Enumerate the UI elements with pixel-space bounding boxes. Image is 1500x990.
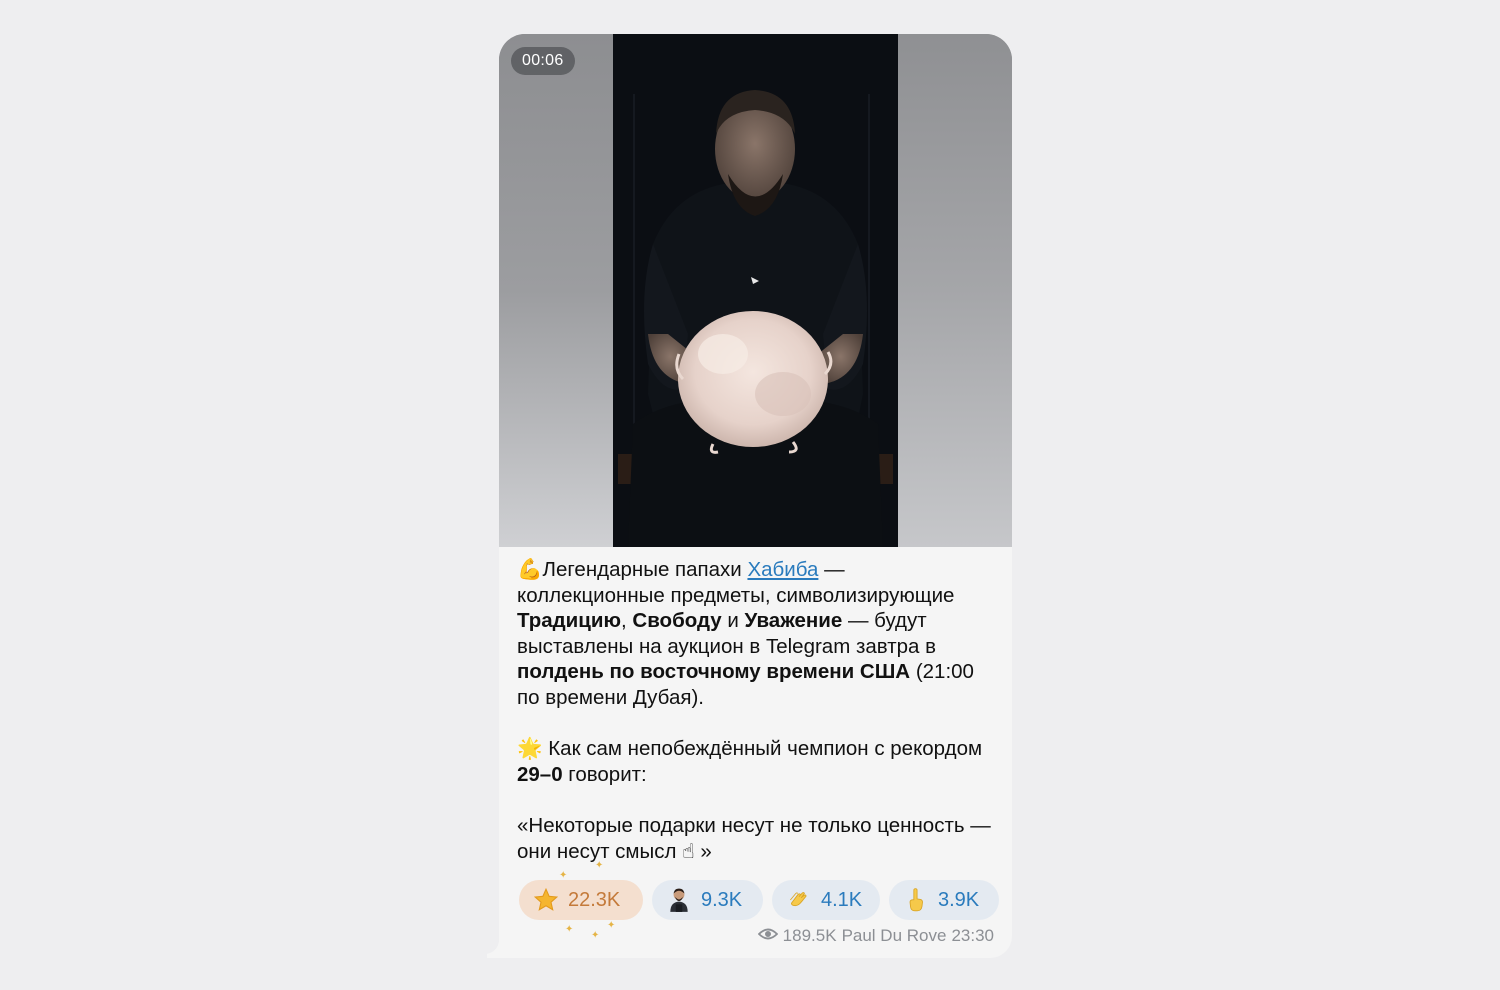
reaction-star[interactable]: 22.3K [519,880,643,920]
caption-text: » [694,839,712,863]
video-thumbnail [613,34,898,547]
caption-bold: Уважение [744,609,843,633]
star-icon [533,887,559,913]
video-media[interactable]: 00:06 [499,34,1012,547]
views-count: 189.5K [782,926,837,945]
message-bubble: 00:06 💪Легендарные папахи Хабиба — колле… [483,34,1012,958]
bubble-tail [483,938,503,958]
views-eye-icon [757,926,778,946]
caption-bold: 29–0 [517,762,563,786]
pointing-up-icon: ☝ [682,838,695,863]
reaction-pointing-up[interactable]: 3.9K [889,880,999,920]
caption-text: и [721,609,745,633]
reaction-clap[interactable]: 4.1K [772,880,880,920]
caption-text: Как сам непобеждённый чемпион с рекордом [542,737,983,761]
glowing-star-icon: 🌟 [517,736,543,761]
video-duration-badge: 00:06 [511,47,575,75]
caption-text: говорит: [562,762,647,786]
caption-paragraph-2: 🌟 Как сам непобеждённый чемпион с рекорд… [517,736,997,787]
clap-icon [786,887,812,913]
message-meta: 189.5K Paul Du Rove 23:30 [757,925,994,947]
reaction-count: 9.3K [701,888,743,911]
sparkle-decoration: ✦ [607,920,616,931]
flexed-biceps-icon: 💪 [517,557,543,581]
sparkle-decoration: ✦ [595,860,604,871]
sparkle-decoration: ✦ [565,924,574,935]
video-blur-right [898,34,1012,547]
reaction-count: 22.3K [568,888,621,911]
author-signature: Paul Du Rove [841,926,947,945]
caption-text: Легендарные папахи [542,558,748,581]
reactions-bar: 22.3K 9.3K 4.1K 3.9K [519,880,999,920]
khabib-link[interactable]: Хабиба [747,558,818,581]
custom-emoji-icon [666,887,692,913]
video-blur-left [499,34,613,547]
reaction-custom-emoji[interactable]: 9.3K [652,880,763,920]
caption-bold: Свободу [632,609,722,633]
sparkle-decoration: ✦ [559,870,568,881]
caption-text: , [621,609,633,633]
sparkle-decoration: ✦ [591,930,600,941]
video-frame[interactable] [613,34,898,547]
reaction-count: 3.9K [938,888,980,911]
reaction-count: 4.1K [821,888,863,911]
caption-bold: полдень по восточному времени США [517,660,911,684]
message-time: 23:30 [951,926,994,945]
caption-bold: Традицию [517,609,621,633]
message-text: 💪Легендарные папахи Хабиба — коллекционн… [517,557,997,864]
caption-paragraph-3: «Некоторые подарки несут не только ценно… [517,813,997,864]
pointing-up-icon [903,887,929,913]
caption-text: «Некоторые подарки несут не только ценно… [517,813,991,863]
caption-paragraph-1: 💪Легендарные папахи Хабиба — коллекционн… [517,557,997,711]
